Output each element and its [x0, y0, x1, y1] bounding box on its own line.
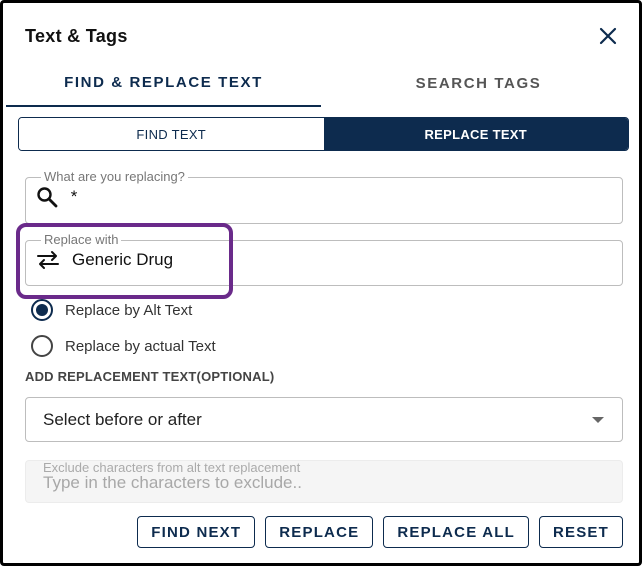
find-next-button[interactable]: FIND NEXT — [137, 516, 256, 548]
select-value: Select before or after — [43, 409, 202, 429]
radio-actual-text[interactable] — [31, 335, 53, 357]
exclude-characters-input — [43, 473, 612, 493]
replace-by-actual-text-option[interactable]: Replace by actual Text — [31, 335, 216, 357]
tab-search-tags[interactable]: SEARCH TAGS — [321, 59, 636, 107]
replace-by-alt-text-option[interactable]: Replace by Alt Text — [31, 299, 192, 321]
radio-alt-text-label: Replace by Alt Text — [65, 301, 193, 319]
before-after-select[interactable]: Select before or after — [25, 397, 623, 442]
dialog-header: Text & Tags — [25, 24, 621, 48]
replace-field: Replace with — [25, 233, 623, 286]
search-icon — [36, 185, 59, 209]
radio-actual-text-label: Replace by actual Text — [65, 337, 216, 355]
exclude-characters-field: Exclude characters from alt text replace… — [25, 460, 623, 503]
replace-all-button[interactable]: REPLACE ALL — [383, 516, 529, 548]
radio-alt-text[interactable] — [31, 299, 53, 321]
replace-input[interactable] — [72, 250, 608, 270]
find-text-toggle[interactable]: FIND TEXT — [19, 118, 324, 150]
mode-toggle: FIND TEXT REPLACE TEXT — [18, 117, 629, 151]
reset-button[interactable]: RESET — [538, 516, 623, 548]
main-tabs: FIND & REPLACE TEXT SEARCH TAGS — [6, 59, 636, 107]
search-field: What are you replacing? — [25, 170, 623, 224]
replace-field-label: Replace with — [44, 232, 119, 247]
replace-text-toggle[interactable]: REPLACE TEXT — [323, 118, 628, 150]
text-tags-dialog: Text & Tags FIND & REPLACE TEXT SEARCH T… — [0, 0, 642, 566]
action-buttons: FIND NEXT REPLACE REPLACE ALL RESET — [137, 516, 623, 548]
search-field-label: What are you replacing? — [44, 169, 185, 184]
tab-find-replace-text[interactable]: FIND & REPLACE TEXT — [6, 59, 321, 107]
dialog-title: Text & Tags — [25, 25, 128, 46]
dropdown-caret-icon — [592, 416, 604, 423]
swap-icon — [36, 248, 60, 272]
close-icon — [599, 27, 617, 45]
replace-button[interactable]: REPLACE — [265, 516, 374, 548]
replacement-section-label: ADD REPLACEMENT TEXT(OPTIONAL) — [25, 369, 275, 384]
search-input[interactable] — [70, 187, 608, 207]
close-button[interactable] — [597, 25, 619, 47]
